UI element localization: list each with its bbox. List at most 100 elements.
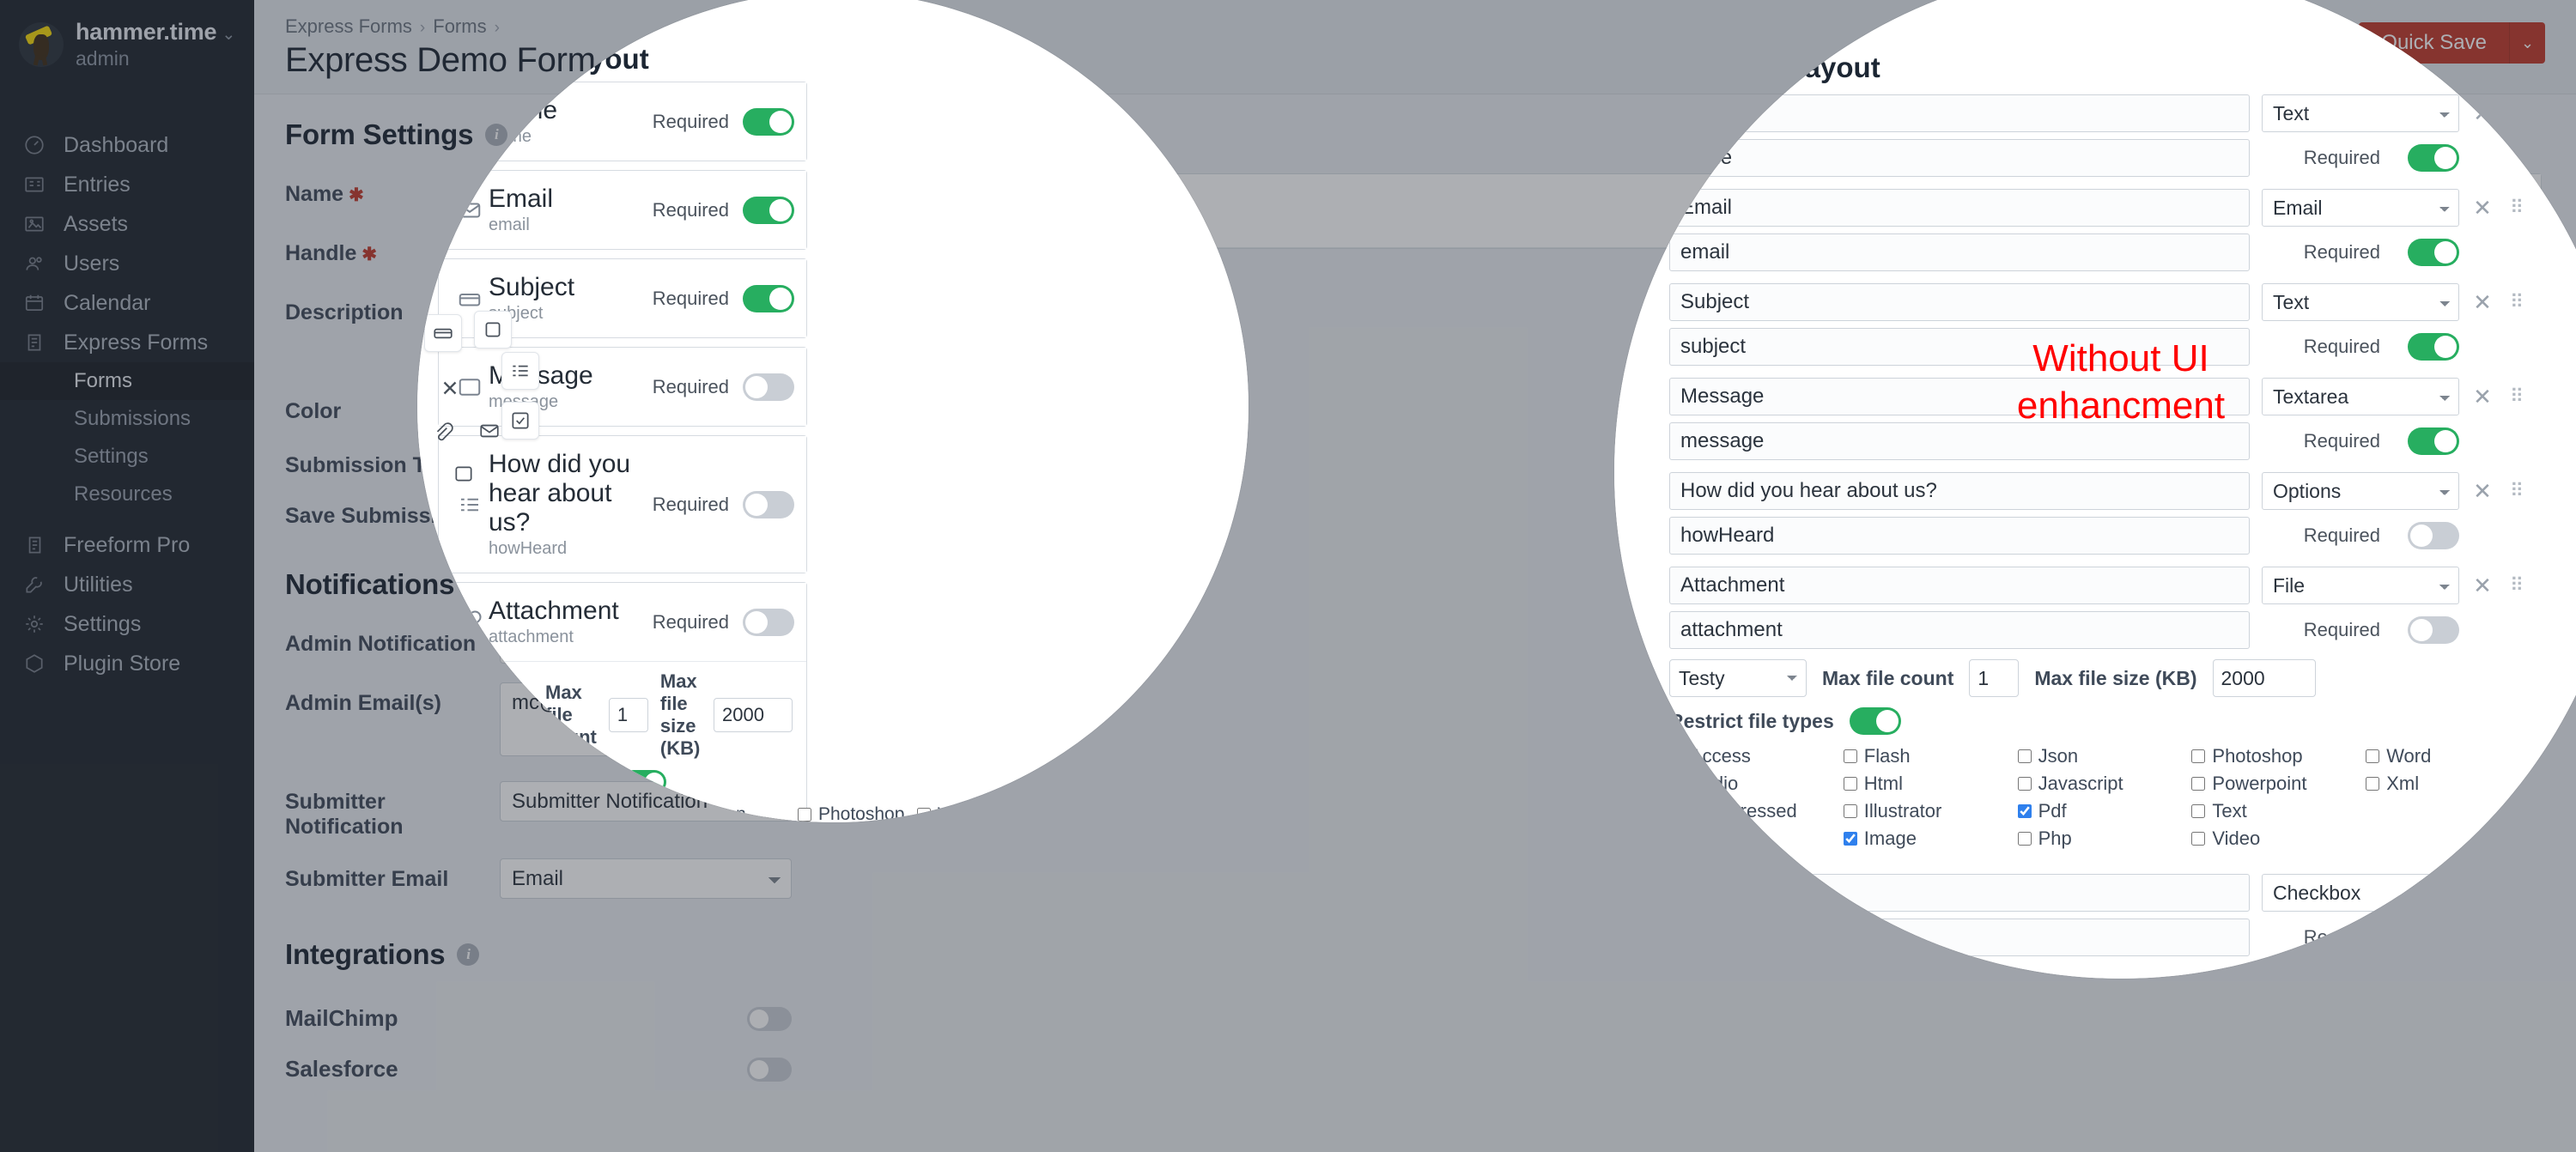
filetype-json-checkbox[interactable] — [687, 808, 702, 822]
close-icon[interactable]: ✕ — [2471, 289, 2494, 316]
field-type-select[interactable]: Textarea — [2262, 378, 2459, 415]
sidebar-item-users[interactable]: Users — [0, 244, 254, 283]
filetype-html[interactable]: Html — [1843, 773, 2006, 795]
sidebar-subitem-submissions[interactable]: Submissions — [0, 400, 254, 438]
name-icon[interactable] — [424, 314, 462, 352]
filetype-javascript-checkbox[interactable] — [2017, 777, 2032, 791]
filetype-php[interactable]: Php — [2017, 828, 2180, 850]
field-label-input[interactable] — [1669, 283, 2250, 321]
field-label-input[interactable] — [1669, 189, 2250, 227]
close-icon[interactable]: ✕ — [2471, 100, 2494, 127]
filetype-word-checkbox[interactable] — [2366, 749, 2380, 763]
required-toggle[interactable] — [2408, 239, 2459, 266]
field-handle-input[interactable] — [1669, 919, 2250, 956]
filetype-json[interactable]: Json — [2017, 745, 2180, 767]
sidebar-item-entries[interactable]: Entries — [0, 165, 254, 204]
required-toggle[interactable] — [743, 196, 794, 224]
close-icon[interactable]: ✕ — [2471, 384, 2494, 410]
options-icon[interactable] — [501, 352, 539, 390]
filetype-photoshop[interactable]: Photoshop — [797, 804, 908, 822]
drag-handle-icon[interactable]: ⠿ — [2506, 102, 2528, 124]
filetype-photoshop-checkbox[interactable] — [797, 808, 811, 822]
filetype-video-checkbox[interactable] — [2191, 832, 2206, 846]
required-toggle[interactable] — [743, 373, 794, 401]
salesforce-toggle[interactable] — [747, 1057, 792, 1082]
breadcrumb-forms[interactable]: Forms — [433, 15, 486, 37]
filetype-excel[interactable]: Excel — [1669, 828, 1832, 850]
field-label-input[interactable] — [1669, 874, 2250, 912]
filetype-audio[interactable]: Audio — [1669, 773, 1832, 795]
sidebar-subitem-settings[interactable]: Settings — [0, 438, 254, 476]
required-toggle[interactable] — [2408, 924, 2459, 951]
max-file-size-input[interactable] — [714, 698, 793, 732]
sidebar-item-assets[interactable]: Assets — [0, 204, 254, 244]
table-row[interactable]: Attachment attachment Required — [439, 583, 806, 662]
field-type-select[interactable]: Options — [2262, 472, 2459, 510]
max-file-count-input[interactable] — [1969, 659, 2020, 697]
table-row[interactable]: Email email Required — [439, 171, 806, 249]
filetype-access[interactable]: Access — [453, 804, 575, 822]
field-handle-input[interactable] — [1669, 328, 2250, 366]
field-label-input[interactable] — [1669, 567, 2250, 604]
drag-handle-icon[interactable]: ⠿ — [2506, 197, 2528, 219]
field-card-howheard[interactable]: How did you hear about us? howHeard Requi… — [438, 435, 807, 573]
field-handle-input[interactable] — [1669, 611, 2250, 649]
info-icon[interactable]: i — [457, 943, 480, 966]
filetype-php-checkbox[interactable] — [2017, 832, 2032, 846]
filetype-json-checkbox[interactable] — [2017, 749, 2032, 763]
max-file-count-input[interactable] — [608, 698, 648, 732]
required-toggle[interactable] — [743, 490, 794, 518]
filetype-video[interactable]: Video — [2191, 828, 2354, 850]
filetype-image-checkbox[interactable] — [1843, 832, 1857, 846]
required-toggle[interactable] — [2408, 427, 2459, 455]
field-handle-input[interactable] — [1669, 517, 2250, 555]
close-icon[interactable]: ✕ — [1173, 85, 1202, 110]
close-icon[interactable]: ✕ — [2471, 195, 2494, 221]
filetype-image[interactable]: Image — [1843, 828, 2006, 850]
close-icon[interactable]: ✕ — [2471, 478, 2494, 505]
asset-source-select[interactable]: Testy — [453, 698, 533, 732]
filetype-flash-checkbox[interactable] — [1843, 749, 1857, 763]
sidebar-item-freeform-pro[interactable]: Freeform Pro — [0, 525, 254, 565]
filetype-illustrator-checkbox[interactable] — [1843, 804, 1857, 818]
drag-handle-icon[interactable]: ⠿ — [2506, 480, 2528, 502]
table-row[interactable]: How did you hear about us? howHeard Requi… — [439, 436, 806, 573]
site-name[interactable]: hammer.time ⌄ — [76, 19, 235, 45]
asset-source-select[interactable]: Testy — [1669, 659, 1807, 697]
filetype-access-checkbox[interactable] — [1669, 749, 1683, 763]
field-type-select[interactable]: Email — [2262, 189, 2459, 227]
textarea-icon[interactable] — [445, 455, 483, 493]
sidebar-item-express-forms[interactable]: Express Forms — [0, 323, 254, 362]
field-type-select[interactable]: Text — [2262, 94, 2459, 132]
field-label-input[interactable] — [1669, 378, 2250, 415]
drag-handle-icon[interactable]: ⠿ — [1173, 110, 1202, 132]
filetype-photoshop-checkbox[interactable] — [2191, 749, 2206, 763]
field-type-select[interactable]: Text — [2262, 283, 2459, 321]
sidebar-item-settings[interactable]: Settings — [0, 604, 254, 644]
filetype-text[interactable]: Text — [2191, 800, 2354, 822]
field-handle-input[interactable] — [1669, 139, 2250, 177]
field-card-attachment[interactable]: Attachment attachment Required Testy Max … — [438, 582, 981, 822]
table-row[interactable]: Name name Required — [439, 82, 806, 161]
field-card-email[interactable]: Email email Required — [438, 170, 807, 250]
close-icon[interactable]: ✕ — [2471, 573, 2494, 599]
field-card-name[interactable]: Name name Required — [438, 82, 807, 161]
filetype-javascript[interactable]: Javascript — [2017, 773, 2180, 795]
filetype-compressed-checkbox[interactable] — [1669, 804, 1683, 818]
required-toggle[interactable] — [743, 107, 794, 136]
sidebar-item-calendar[interactable]: Calendar — [0, 283, 254, 323]
sidebar-item-utilities[interactable]: Utilities — [0, 565, 254, 604]
text-icon[interactable] — [474, 311, 512, 349]
email-icon[interactable] — [471, 412, 508, 450]
required-toggle[interactable] — [2408, 333, 2459, 361]
drag-handle-icon[interactable]: ⠿ — [2506, 574, 2528, 597]
filetype-json[interactable]: Json — [687, 804, 789, 822]
required-toggle[interactable] — [743, 608, 794, 636]
required-toggle[interactable] — [2408, 522, 2459, 549]
close-icon[interactable] — [431, 369, 469, 407]
required-toggle[interactable] — [2408, 144, 2459, 172]
filetype-audio-checkbox[interactable] — [1669, 777, 1683, 791]
filetype-flash[interactable]: Flash — [584, 804, 678, 822]
drag-handle-icon[interactable]: ⠿ — [2506, 291, 2528, 313]
required-toggle[interactable] — [2408, 616, 2459, 644]
